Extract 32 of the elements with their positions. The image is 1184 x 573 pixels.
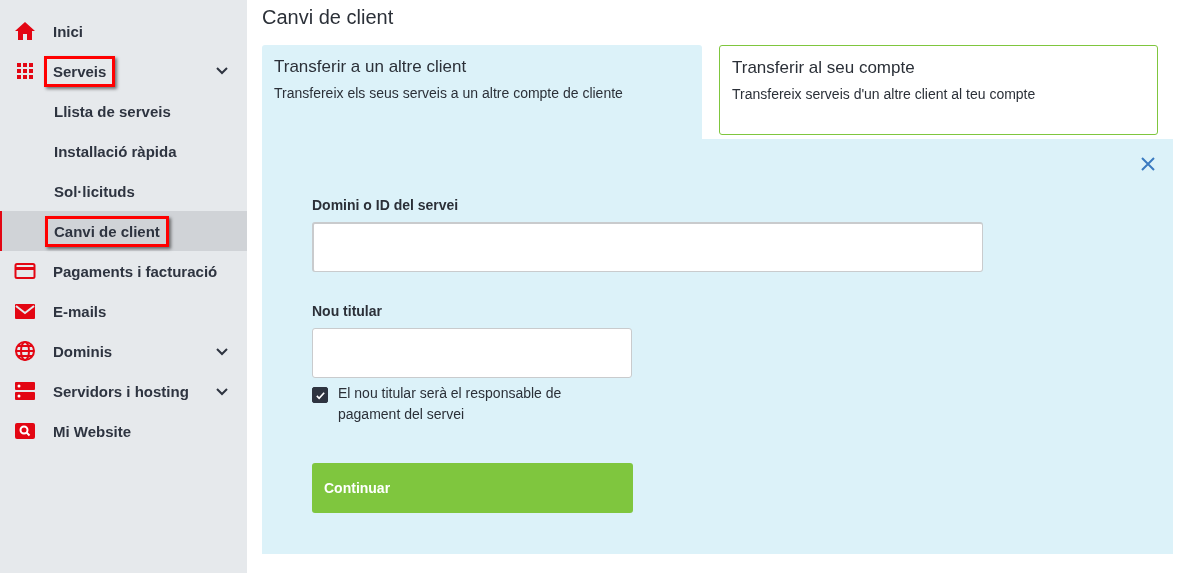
tab-description: Transfereix els seus serveis a un altre compte de cliente	[274, 85, 624, 101]
sidebar-subitem[interactable]: Installació ràpida	[0, 131, 247, 171]
tab[interactable]: Transferir a un altre client Transfereix els seus serveis a un altre compte de cliente	[262, 45, 702, 139]
home-icon	[14, 20, 36, 42]
tab-description: Transfereix serveis d'un altre client al teu compte	[732, 86, 1037, 102]
sidebar-item[interactable]: Mi Website	[0, 411, 247, 451]
checkbox[interactable]	[312, 387, 328, 403]
globe-icon	[14, 340, 36, 362]
sidebar-item[interactable]: E-mails	[0, 291, 247, 331]
sidebar-item[interactable]: Servidors i hosting	[0, 371, 247, 411]
checkbox-label: El nou titular serà el responsable de pagament del servei	[338, 384, 563, 424]
field-label: Domini o ID del servei	[312, 197, 460, 213]
search-icon	[14, 420, 36, 442]
input-field[interactable]	[312, 328, 632, 378]
input-field[interactable]	[312, 222, 983, 272]
page-title: Canvi de client	[262, 6, 395, 30]
tab-title: Transferir a un altre client	[274, 57, 468, 77]
sidebar-item[interactable]: Pagaments i facturació	[0, 251, 247, 291]
check-icon	[314, 389, 326, 401]
close-button[interactable]	[1139, 155, 1157, 173]
sidebar-item[interactable]: Dominis	[0, 331, 247, 371]
sidebar-item[interactable]: Inici	[0, 11, 247, 51]
tab[interactable]: Transferir al seu compte Transfereix serveis d'un altre client al teu compte	[719, 45, 1158, 135]
sidebar-subitem[interactable]: Canvi de client	[0, 211, 247, 251]
field-label: Nou titular	[312, 303, 383, 319]
sidebar-subitem[interactable]: Sol·licituds	[0, 171, 247, 211]
server-icon	[14, 380, 36, 402]
credit-card-icon	[14, 260, 36, 282]
sidebar-subitem[interactable]: Llista de serveis	[0, 91, 247, 131]
sidebar-item[interactable]: Serveis	[0, 51, 247, 91]
tab-title: Transferir al seu compte	[732, 58, 916, 78]
grid-icon	[14, 60, 36, 82]
